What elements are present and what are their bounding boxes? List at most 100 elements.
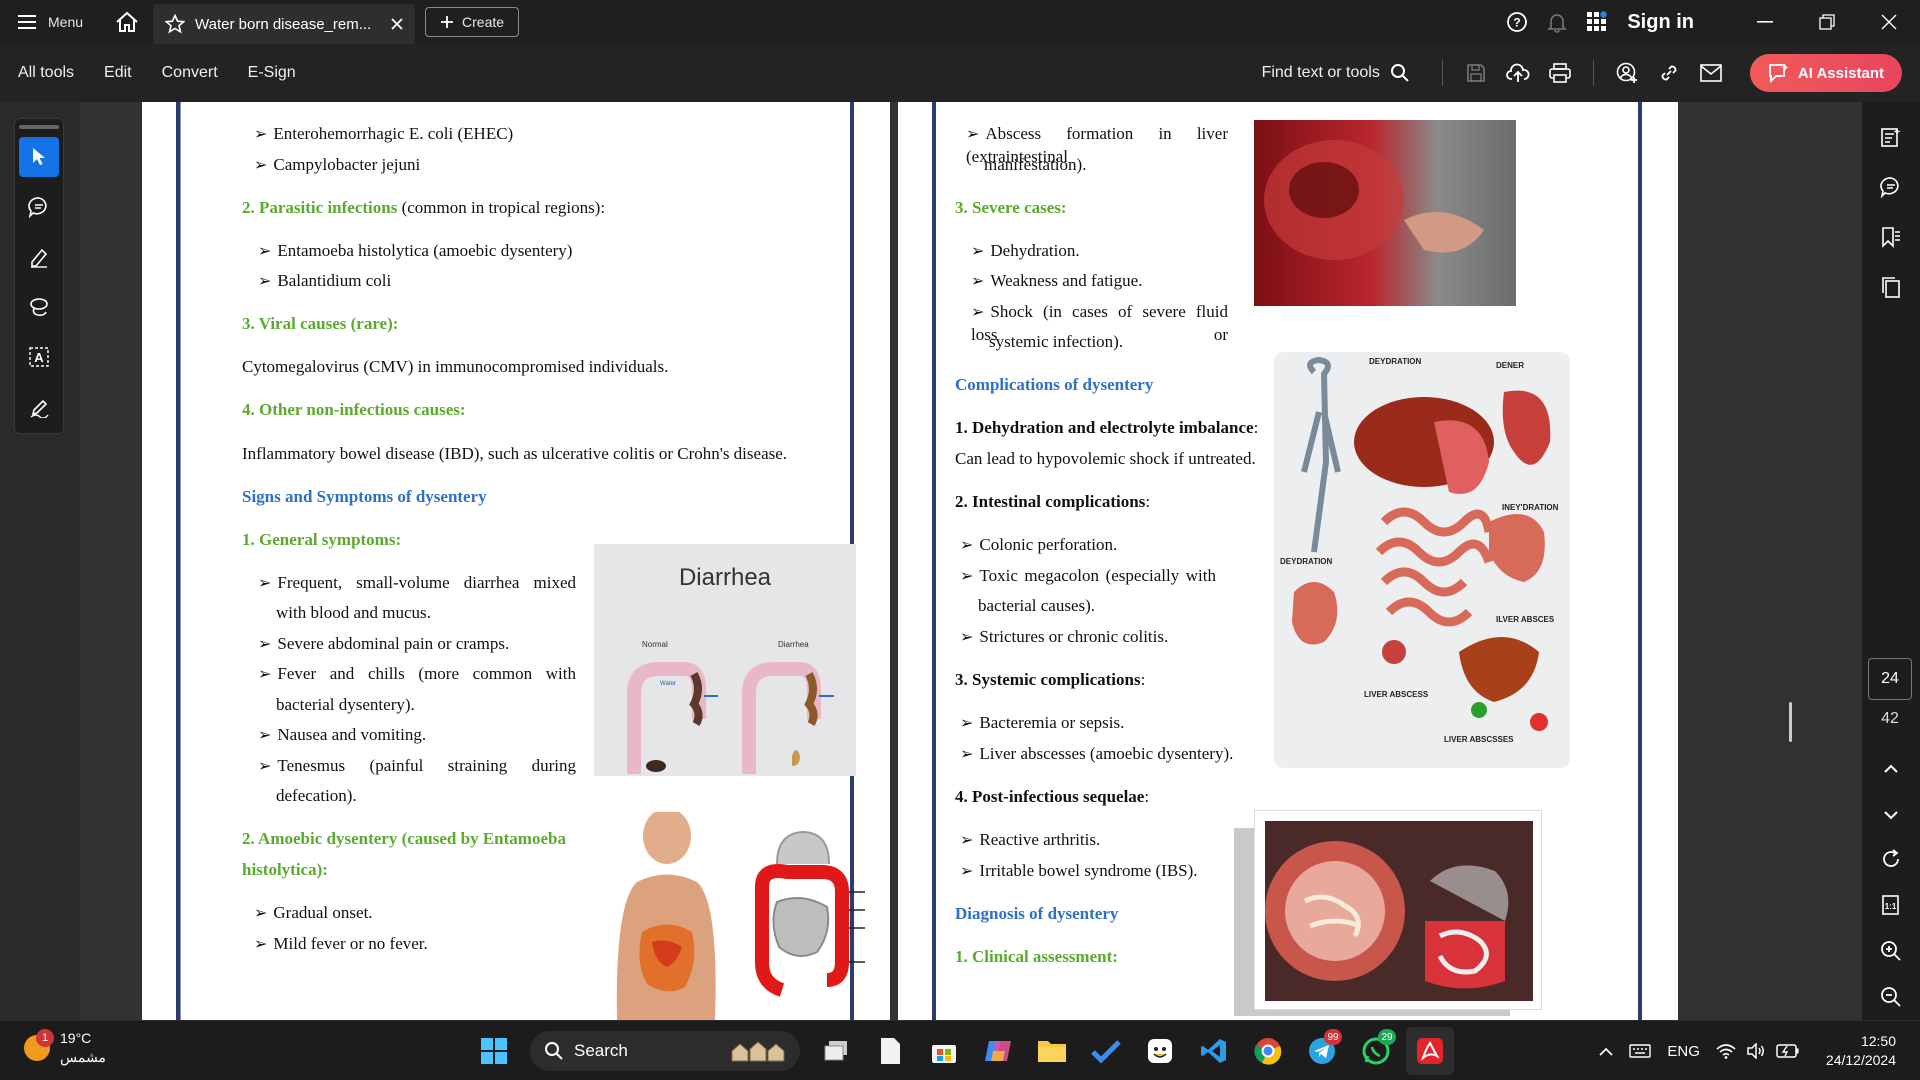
text-line: 3. Systemic complications: [955,669,1145,691]
sign-in-button[interactable]: Sign in [1627,11,1694,34]
share-user-button[interactable] [1606,44,1648,102]
telegram-badge: 99 [1324,1029,1342,1045]
star-icon[interactable] [165,14,186,34]
previous-page-button[interactable] [1862,744,1920,794]
temperature: 19°C [60,1030,92,1046]
create-button[interactable]: Create [425,7,520,37]
link-button[interactable] [1648,44,1690,102]
current-page-input[interactable]: 24 [1868,658,1912,700]
menu-button[interactable]: Menu [0,0,101,44]
section-heading: 1. General symptoms: [242,530,402,549]
close-tab-icon[interactable] [391,18,403,30]
acrobat-window: Menu Water born disease_rem... Create ? … [0,0,1920,1080]
taskbar-search-box[interactable]: Search [530,1031,800,1071]
sign-tool-button[interactable] [19,387,59,427]
text-tool-button[interactable]: A [19,337,59,377]
edit-pdf-panel-button[interactable] [1862,112,1920,162]
minimize-button[interactable] [1734,0,1796,44]
chapter-heading: Complications of dysentery [955,375,1154,394]
right-panel-rail: 24 42 1:1 [1862,102,1920,1020]
text-line: Frequent, small-volume diarrhea mixed [258,572,576,595]
next-page-button[interactable] [1862,790,1920,840]
bookmarks-panel-button[interactable] [1862,212,1920,262]
restore-icon [1819,14,1835,30]
comment-tool-button[interactable] [19,187,59,227]
task-view-icon [824,1041,847,1061]
weather-widget[interactable]: 1 19°C مشمس [24,1029,106,1067]
select-tool-button[interactable] [19,137,59,177]
touch-keyboard-button[interactable] [1621,1044,1659,1058]
section-heading: 2. Amoebic dysentery (caused by Entamoeb… [242,829,566,848]
start-button[interactable] [470,1027,518,1075]
section-heading: 1. Dehydration and electrolyte imbalance [955,418,1254,437]
find-tools-button[interactable]: Find text or tools [1262,63,1410,83]
text-line: Balantidium coli [258,270,391,293]
show-hidden-icons-button[interactable] [1591,1047,1621,1056]
vscode-app[interactable] [1190,1027,1238,1075]
rail-drag-handle[interactable] [19,125,59,129]
abscess-photo-image [1264,140,1484,260]
help-button[interactable]: ? [1497,0,1537,44]
chapter-heading: Signs and Symptoms of dysentery [242,487,487,506]
restore-button[interactable] [1796,0,1858,44]
esign-menu[interactable]: E-Sign [233,64,311,82]
notepad-app[interactable] [866,1027,914,1075]
text-line: Inflammatory bowel disease (IBD), such a… [242,444,788,463]
file-explorer-app[interactable] [1028,1027,1076,1075]
heading-suffix: (common in tropical regions): [397,198,606,217]
clock-date: 24/12/2024 [1825,1052,1896,1068]
network-volume-battery[interactable] [1708,1043,1808,1059]
emoji-app[interactable] [1136,1027,1184,1075]
actual-size-button[interactable]: 1:1 [1862,880,1920,930]
lasso-icon [30,298,48,316]
page-right: Abscess formation in liver (extraintesti… [898,102,1678,1020]
ai-assistant-button[interactable]: AI Assistant [1749,54,1902,92]
microsoft-store-app[interactable] [920,1027,968,1075]
email-button[interactable] [1690,44,1732,102]
telegram-app[interactable]: 99 [1298,1027,1346,1075]
zoom-in-button[interactable] [1862,926,1920,976]
text-line: defecation). [276,786,357,805]
edit-menu[interactable]: Edit [89,64,147,82]
draw-tool-button[interactable] [19,287,59,327]
envelope-icon [1700,64,1722,82]
pages-panel-button[interactable] [1862,262,1920,312]
apps-button[interactable] [1577,0,1617,44]
document-viewport[interactable]: Enterohemorrhagic E. coli (EHEC) Campylo… [80,102,1862,1020]
comment-icon [28,197,47,218]
rotate-button[interactable] [1862,834,1920,884]
zoom-out-icon [1881,987,1901,1007]
convert-menu[interactable]: Convert [147,64,233,82]
clock[interactable]: 12:50 24/12/2024 [1808,1032,1920,1070]
text-line: 2. Intestinal complications: [955,491,1150,513]
section-heading: 3. Severe cases: [955,198,1067,217]
main-toolbar: All tools Edit Convert E-Sign Find text … [0,44,1920,102]
document-tab[interactable]: Water born disease_rem... [153,4,416,44]
task-view-button[interactable] [812,1027,860,1075]
close-window-button[interactable] [1858,0,1920,44]
highlight-tool-button[interactable] [19,237,59,277]
language-indicator[interactable]: ENG [1659,1043,1708,1060]
all-tools-menu[interactable]: All tools [0,64,89,82]
save-icon [1467,64,1485,82]
zoom-out-button[interactable] [1862,972,1920,1022]
upload-button[interactable] [1497,44,1539,102]
text-line: Liver abscesses (amoebic dysentery). [960,743,1233,766]
todo-app[interactable] [1082,1027,1130,1075]
battery-icon [1776,1044,1799,1058]
section-heading: histolytica): [242,860,328,879]
save-button[interactable] [1455,44,1497,102]
chrome-app[interactable] [1244,1027,1292,1075]
copilot-app[interactable] [974,1027,1022,1075]
text-line: systemic infection). [989,332,1124,351]
print-button[interactable] [1539,44,1581,102]
ai-assistant-label: AI Assistant [1797,64,1884,82]
notifications-button[interactable] [1537,0,1577,44]
acrobat-app[interactable] [1406,1027,1454,1075]
vertical-scrollbar[interactable] [1789,702,1792,742]
text-line: 4. Post-infectious sequelae: [955,786,1149,808]
whatsapp-app[interactable]: 29 [1352,1027,1400,1075]
comments-panel-button[interactable] [1862,162,1920,212]
home-button[interactable] [101,0,153,44]
checkmark-icon [1091,1040,1121,1064]
